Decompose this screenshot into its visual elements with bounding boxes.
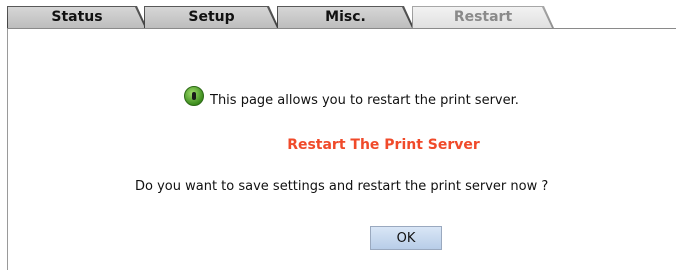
info-text: This page allows you to restart the prin… <box>210 92 519 108</box>
tab-misc[interactable]: Misc. <box>277 6 414 28</box>
tab-setup-label: Setup <box>188 9 235 25</box>
tab-misc-label: Misc. <box>325 9 366 25</box>
tab-setup[interactable]: Setup <box>144 6 279 28</box>
restart-panel: This page allows you to restart the prin… <box>8 29 684 270</box>
tab-restart[interactable]: Restart <box>412 6 554 28</box>
tab-bar: Status Setup Misc. Restart <box>7 0 676 29</box>
tab-status-label: Status <box>51 9 103 25</box>
ok-button[interactable]: OK <box>370 226 442 250</box>
info-line: This page allows you to restart the prin… <box>184 86 519 111</box>
info-icon <box>184 86 204 106</box>
restart-question: Do you want to save settings and restart… <box>135 179 549 194</box>
page-heading: Restart The Print Server <box>287 137 480 153</box>
tab-status[interactable]: Status <box>7 6 147 28</box>
tab-restart-label: Restart <box>453 9 513 25</box>
